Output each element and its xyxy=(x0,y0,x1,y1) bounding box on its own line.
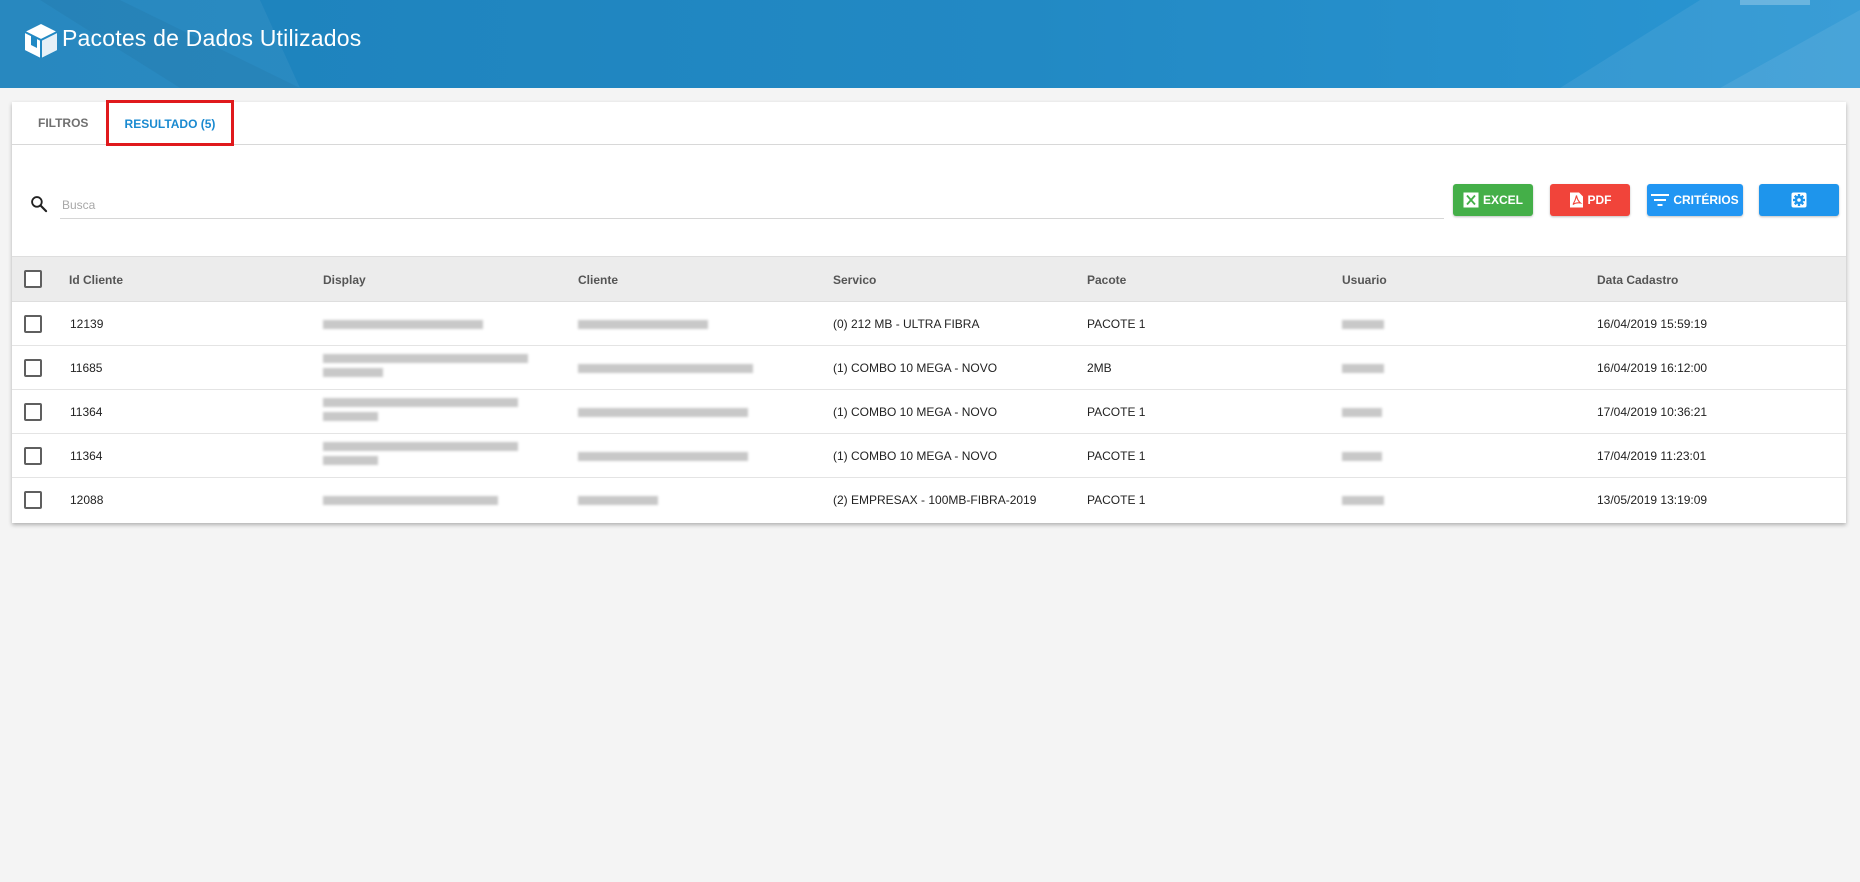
table-row[interactable]: 11364 (1) COMBO 10 MEGA - NOVO PACOTE 1 … xyxy=(12,390,1846,434)
cell-cliente-redacted xyxy=(578,434,758,478)
row-checkbox[interactable] xyxy=(24,359,42,377)
pdf-icon xyxy=(1569,192,1584,208)
app-header: Pacotes de Dados Utilizados xyxy=(0,0,1860,88)
tab-filtros[interactable]: FILTROS xyxy=(38,102,88,145)
filter-list-icon xyxy=(1651,193,1670,207)
cell-usuario-redacted xyxy=(1342,478,1412,522)
results-card: FILTROS RESULTADO (5) EXCEL PDF xyxy=(12,100,1846,523)
cell-id-cliente: 11685 xyxy=(70,361,103,375)
box-cube-icon xyxy=(24,24,58,58)
gear-icon xyxy=(1791,192,1807,208)
table-row[interactable]: 11364 (1) COMBO 10 MEGA - NOVO PACOTE 1 … xyxy=(12,434,1846,478)
cell-pacote: PACOTE 1 xyxy=(1087,317,1146,331)
criterios-button[interactable]: CRITÉRIOS xyxy=(1647,184,1743,216)
cell-display-redacted xyxy=(323,346,533,390)
export-excel-button[interactable]: EXCEL xyxy=(1453,184,1533,216)
cell-display-redacted xyxy=(323,434,523,478)
pdf-button-label: PDF xyxy=(1587,193,1612,207)
export-pdf-button[interactable]: PDF xyxy=(1550,184,1630,216)
cell-usuario-redacted xyxy=(1342,346,1412,390)
header-top-tab xyxy=(1740,0,1810,5)
cell-id-cliente: 12139 xyxy=(70,317,104,331)
column-header-id-cliente[interactable]: Id Cliente xyxy=(69,257,123,303)
table-row[interactable]: 12139 (0) 212 MB - ULTRA FIBRA PACOTE 1 … xyxy=(12,302,1846,346)
cell-data-cadastro: 16/04/2019 16:12:00 xyxy=(1597,361,1708,375)
search-input[interactable] xyxy=(60,191,1444,219)
column-header-usuario[interactable]: Usuario xyxy=(1342,257,1387,303)
tab-bar: FILTROS RESULTADO (5) xyxy=(12,100,1846,146)
criterios-button-label: CRITÉRIOS xyxy=(1673,193,1739,207)
cell-servico: (2) EMPRESAX - 100MB-FIBRA-2019 xyxy=(833,493,1037,507)
cell-display-redacted xyxy=(323,478,503,522)
cell-pacote: PACOTE 1 xyxy=(1087,405,1146,419)
table-body: 12139 (0) 212 MB - ULTRA FIBRA PACOTE 1 … xyxy=(12,302,1846,523)
cell-servico: (0) 212 MB - ULTRA FIBRA xyxy=(833,317,980,331)
cell-cliente-redacted xyxy=(578,478,678,522)
cell-pacote: PACOTE 1 xyxy=(1087,449,1146,463)
cell-id-cliente: 11364 xyxy=(70,449,103,463)
settings-button[interactable] xyxy=(1759,184,1839,216)
column-header-cliente[interactable]: Cliente xyxy=(578,257,618,303)
column-header-display[interactable]: Display xyxy=(323,257,366,303)
select-all-checkbox[interactable] xyxy=(24,270,42,288)
search-icon xyxy=(31,196,48,213)
column-header-pacote[interactable]: Pacote xyxy=(1087,257,1126,303)
page-title: Pacotes de Dados Utilizados xyxy=(62,25,362,51)
cell-pacote: PACOTE 1 xyxy=(1087,493,1146,507)
tab-resultado[interactable]: RESULTADO (5) xyxy=(106,100,234,146)
cell-data-cadastro: 17/04/2019 11:23:01 xyxy=(1597,449,1707,463)
cell-usuario-redacted xyxy=(1342,434,1412,478)
cell-servico: (1) COMBO 10 MEGA - NOVO xyxy=(833,361,998,375)
cell-cliente-redacted xyxy=(578,302,738,346)
cell-usuario-redacted xyxy=(1342,390,1412,434)
excel-icon xyxy=(1463,192,1479,208)
cell-servico: (1) COMBO 10 MEGA - NOVO xyxy=(833,449,998,463)
excel-button-label: EXCEL xyxy=(1482,193,1523,207)
row-checkbox[interactable] xyxy=(24,491,42,509)
cell-cliente-redacted xyxy=(578,390,758,434)
cell-pacote: 2MB xyxy=(1087,361,1112,375)
cell-display-redacted xyxy=(323,390,523,434)
column-header-data-cadastro[interactable]: Data Cadastro xyxy=(1597,257,1678,303)
cell-id-cliente: 11364 xyxy=(70,405,103,419)
cell-cliente-redacted xyxy=(578,346,758,390)
cell-data-cadastro: 16/04/2019 15:59:19 xyxy=(1597,317,1708,331)
table-row[interactable]: 11685 (1) COMBO 10 MEGA - NOVO 2MB 16/04… xyxy=(12,346,1846,390)
row-checkbox[interactable] xyxy=(24,403,42,421)
table-header: Id Cliente Display Cliente Servico Pacot… xyxy=(12,256,1846,302)
cell-usuario-redacted xyxy=(1342,302,1412,346)
table-row[interactable]: 12088 (2) EMPRESAX - 100MB-FIBRA-2019 PA… xyxy=(12,478,1846,522)
column-header-servico[interactable]: Servico xyxy=(833,257,876,303)
cell-data-cadastro: 13/05/2019 13:19:09 xyxy=(1597,493,1708,507)
cell-display-redacted xyxy=(323,302,498,346)
cell-data-cadastro: 17/04/2019 10:36:21 xyxy=(1597,405,1708,419)
cell-id-cliente: 12088 xyxy=(70,493,104,507)
cell-servico: (1) COMBO 10 MEGA - NOVO xyxy=(833,405,998,419)
row-checkbox[interactable] xyxy=(24,447,42,465)
row-checkbox[interactable] xyxy=(24,315,42,333)
